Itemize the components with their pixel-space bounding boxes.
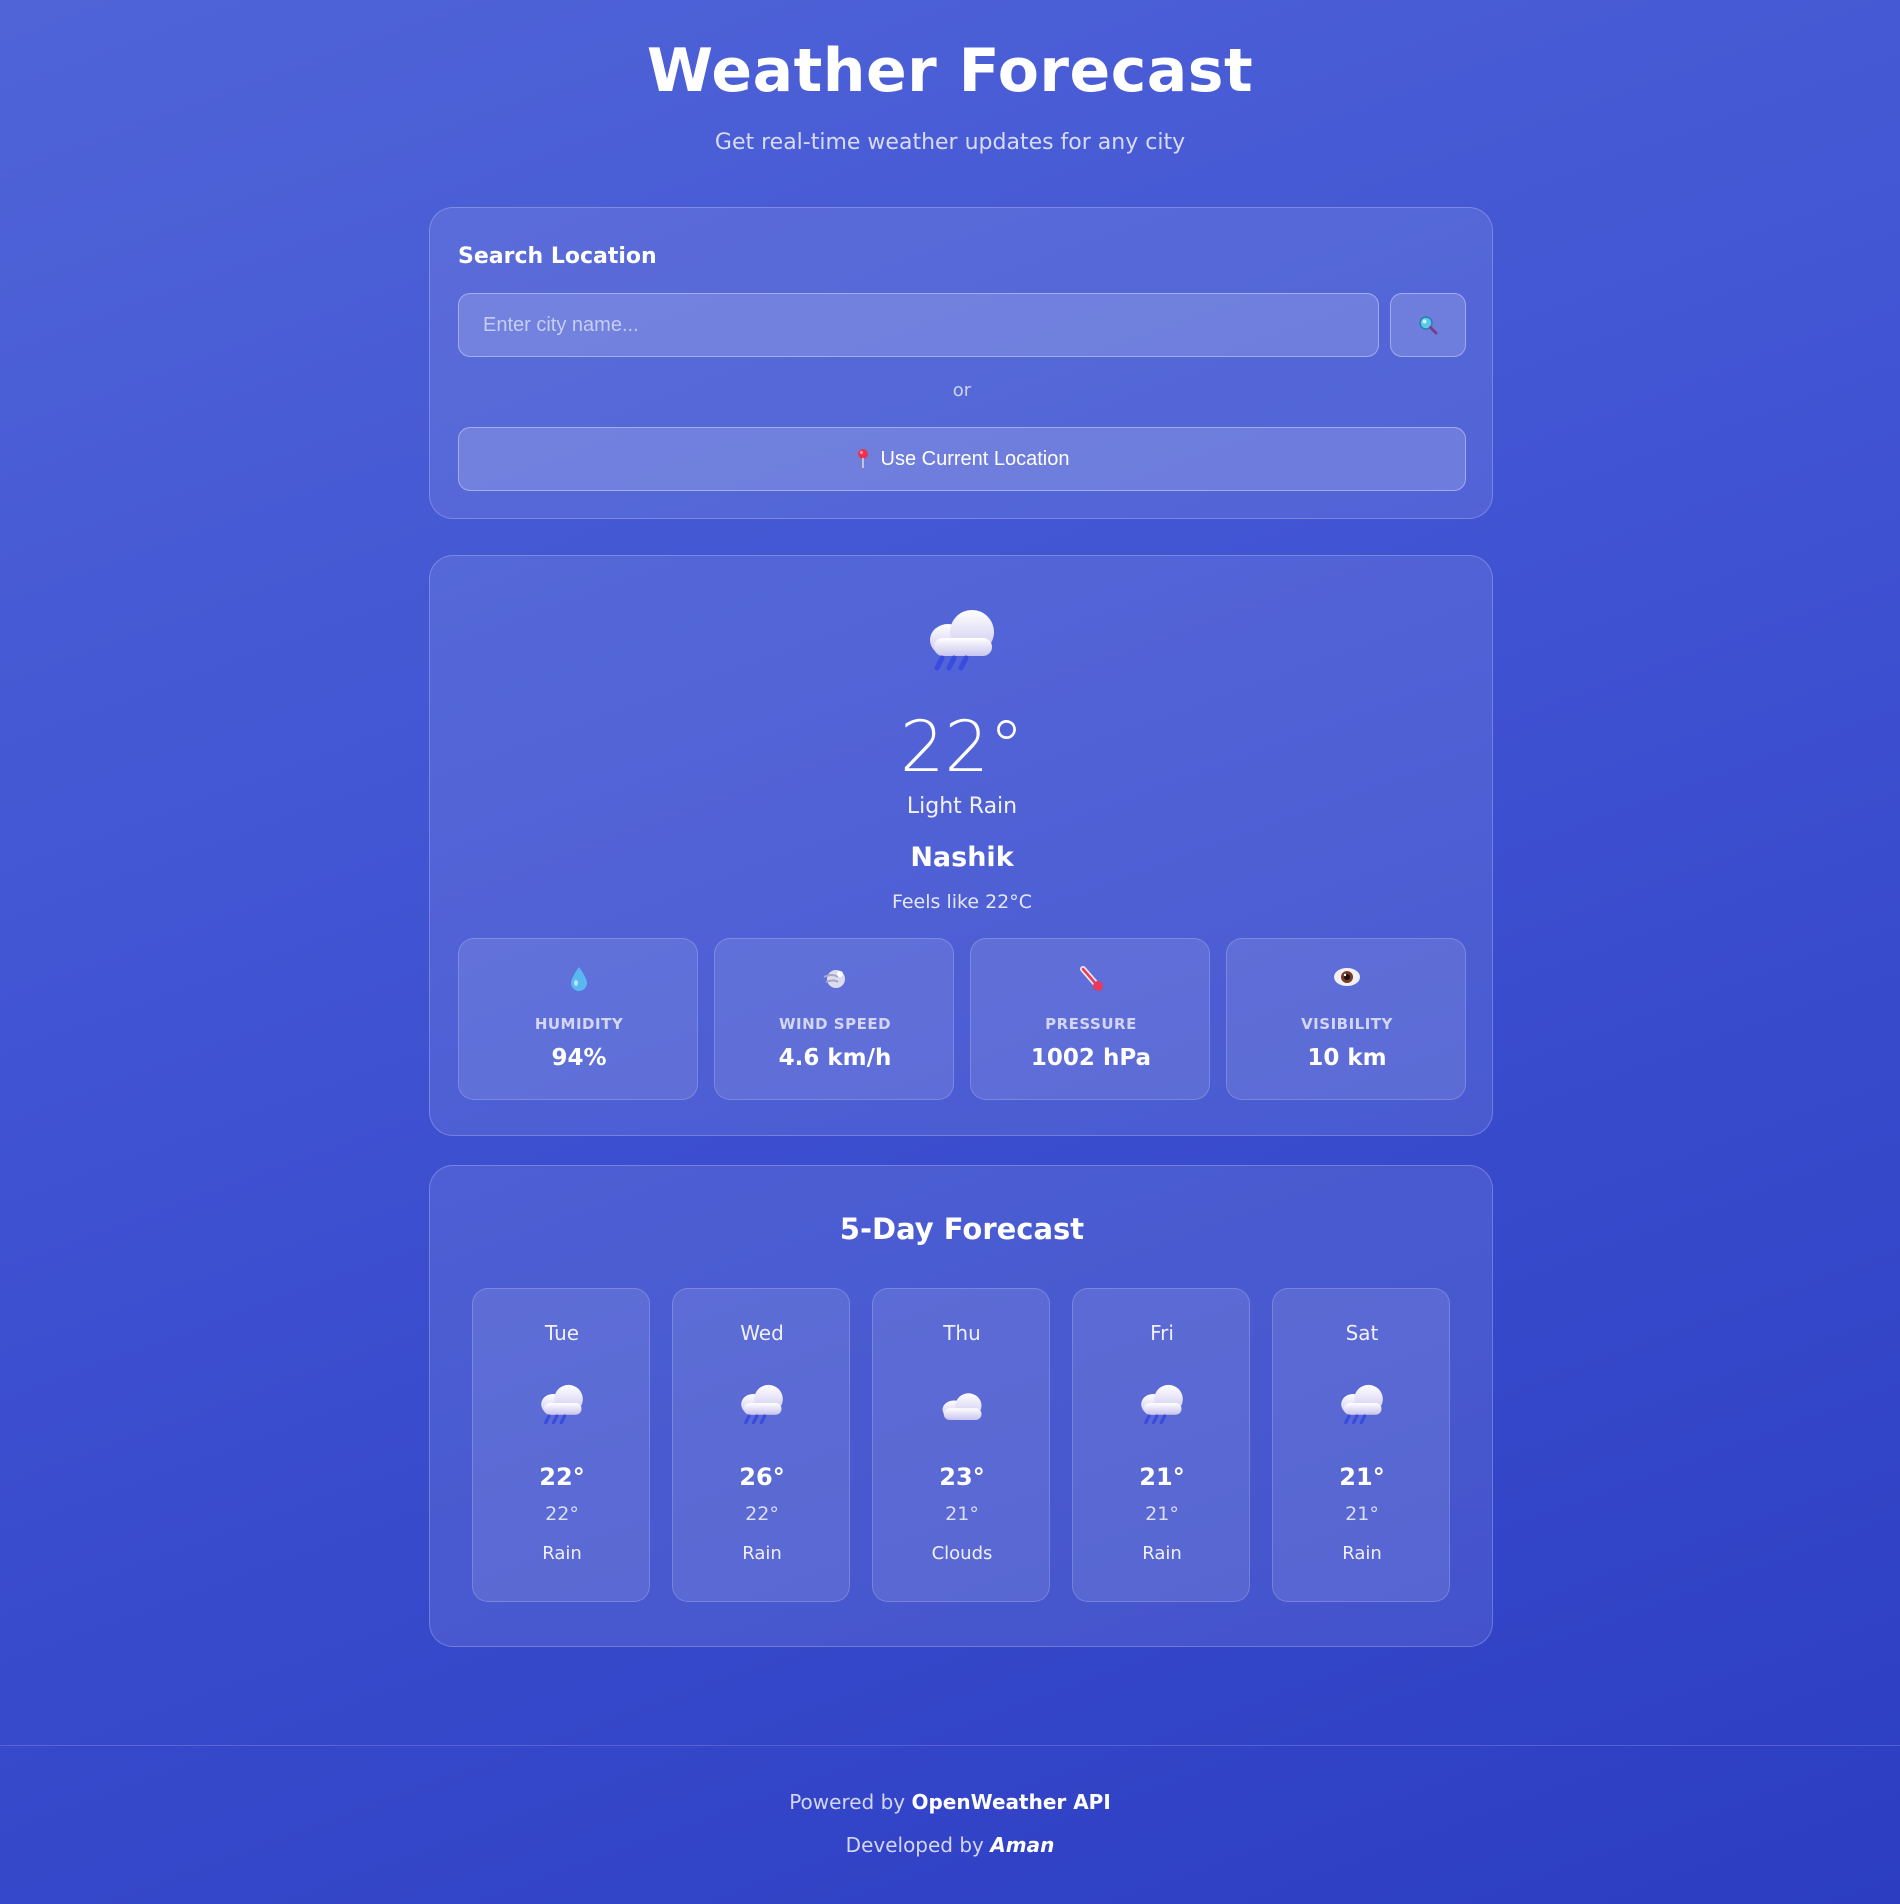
page-subtitle: Get real-time weather updates for any ci… xyxy=(714,130,1186,155)
use-current-location-button[interactable]: Use Current Location xyxy=(458,427,1466,491)
rain-cloud-icon xyxy=(741,1384,783,1425)
stat-value: 1002 hPa xyxy=(1030,1045,1152,1071)
weather-description: Light Rain xyxy=(906,794,1018,819)
forecast-low-temp: 21° xyxy=(945,1503,979,1525)
forecast-high-temp: 23° xyxy=(939,1463,985,1491)
pin-icon xyxy=(857,449,868,468)
page-title: Weather Forecast xyxy=(646,36,1254,106)
forecast-day-card: Thu 23° 21° Clouds xyxy=(872,1288,1050,1602)
stat-label: WIND SPEED xyxy=(778,1015,892,1033)
wind-speed-stat: WIND SPEED 4.6 km/h xyxy=(714,938,954,1100)
city-search-input[interactable] xyxy=(458,293,1379,357)
developed-by-prefix: Developed by xyxy=(845,1833,984,1857)
eye-icon xyxy=(1334,968,1360,986)
forecast-day-card: Wed 26° 22° Rain xyxy=(672,1288,850,1602)
forecast-low-temp: 22° xyxy=(745,1503,779,1525)
rain-cloud-icon xyxy=(930,610,994,671)
forecast-condition: Clouds xyxy=(931,1543,993,1564)
stat-value: 10 km xyxy=(1307,1045,1387,1071)
pressure-stat: PRESSURE 1002 hPa xyxy=(970,938,1210,1100)
visibility-stat: VISIBILITY 10 km xyxy=(1226,938,1466,1100)
powered-by-prefix: Powered by xyxy=(789,1790,906,1814)
search-icon xyxy=(1419,316,1438,335)
stat-label: PRESSURE xyxy=(1045,1015,1137,1033)
forecast-high-temp: 22° xyxy=(539,1463,585,1491)
rain-cloud-icon xyxy=(541,1384,583,1425)
forecast-title: 5-Day Forecast xyxy=(839,1212,1085,1246)
forecast-condition: Rain xyxy=(1342,1543,1382,1564)
stat-label: VISIBILITY xyxy=(1301,1015,1393,1033)
stat-label: HUMIDITY xyxy=(534,1015,624,1033)
forecast-day-name: Sat xyxy=(1345,1321,1379,1345)
footer-powered-by: Powered by OpenWeather API xyxy=(0,1790,1900,1814)
forecast-condition: Rain xyxy=(542,1543,582,1564)
rain-cloud-icon xyxy=(1341,1384,1383,1425)
forecast-condition: Rain xyxy=(1142,1543,1182,1564)
current-weather-card: 22° Light Rain Nashik Feels like 22°C HU… xyxy=(429,555,1493,1136)
forecast-high-temp: 26° xyxy=(739,1463,785,1491)
city-name: Nashik xyxy=(910,842,1014,873)
search-title: Search Location xyxy=(458,244,657,269)
search-card: Search Location or Use Current Location xyxy=(429,207,1493,519)
droplet-icon xyxy=(571,967,587,991)
stat-value: 4.6 km/h xyxy=(778,1045,892,1071)
thermometer-icon xyxy=(1080,966,1103,991)
forecast-day-card: Sat 21° 21° Rain xyxy=(1272,1288,1450,1602)
forecast-day-name: Tue xyxy=(544,1321,580,1345)
forecast-low-temp: 21° xyxy=(1145,1503,1179,1525)
openweather-api-link[interactable]: OpenWeather API xyxy=(911,1790,1110,1814)
forecast-high-temp: 21° xyxy=(1139,1463,1185,1491)
forecast-low-temp: 22° xyxy=(545,1503,579,1525)
cloud-icon xyxy=(942,1393,982,1420)
forecast-day-card: Fri 21° 21° Rain xyxy=(1072,1288,1250,1602)
footer-developed-by: Developed by Aman xyxy=(0,1833,1900,1857)
feels-like: Feels like 22°C xyxy=(891,891,1033,913)
stat-value: 94% xyxy=(551,1045,607,1071)
humidity-stat: HUMIDITY 94% xyxy=(458,938,698,1100)
forecast-card: 5-Day Forecast Tue 22° 22° Rain Wed 26° … xyxy=(429,1165,1493,1647)
forecast-day-name: Wed xyxy=(740,1321,784,1345)
current-temperature: 22° xyxy=(899,706,1025,788)
location-button-label: Use Current Location xyxy=(880,447,1070,470)
search-button[interactable] xyxy=(1390,293,1466,357)
forecast-day-name: Fri xyxy=(1150,1321,1174,1345)
forecast-day-name: Thu xyxy=(943,1321,981,1345)
forecast-day-card: Tue 22° 22° Rain xyxy=(472,1288,650,1602)
developer-name: Aman xyxy=(990,1833,1055,1857)
wind-icon xyxy=(823,970,845,988)
rain-cloud-icon xyxy=(1141,1384,1183,1425)
forecast-condition: Rain xyxy=(742,1543,782,1564)
forecast-low-temp: 21° xyxy=(1345,1503,1379,1525)
footer-divider xyxy=(0,1745,1900,1746)
or-divider-text: or xyxy=(952,380,972,401)
forecast-high-temp: 21° xyxy=(1339,1463,1385,1491)
